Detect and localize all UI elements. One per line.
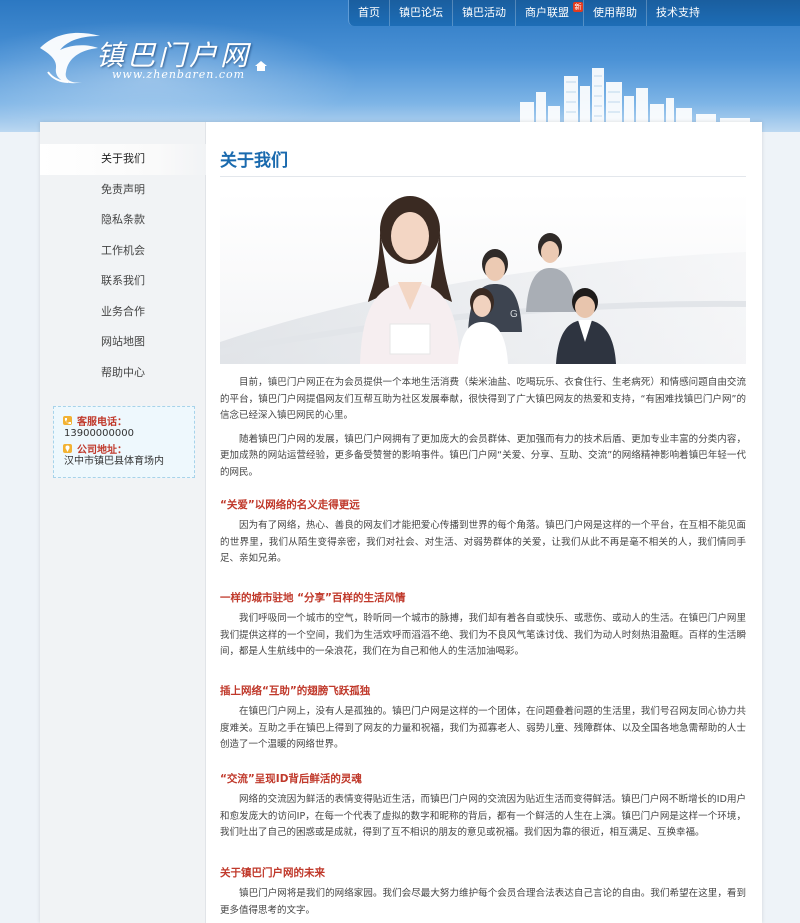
phone-value: 13900000000 bbox=[64, 428, 134, 439]
section-heading: 一样的城市驻地 “分享”百样的生活风情 bbox=[220, 592, 406, 604]
section-heading: 关于镇巴门户网的未来 bbox=[220, 867, 325, 879]
section-heading: 插上网络“互助”的翅膀飞跃孤独 bbox=[220, 685, 371, 697]
nav-label: 镇巴论坛 bbox=[399, 6, 443, 19]
section-paragraph: 网络的交流因为鲜活的表情变得贴近生活，而镇巴门户网的交流因为贴近生活而变得鲜活。… bbox=[220, 794, 746, 838]
svg-text:G: G bbox=[510, 309, 518, 320]
intro-paragraph: 目前，镇巴门户网正在为会员提供一个本地生活消费（柴米油盐、吃喝玩乐、衣食住行、生… bbox=[220, 377, 746, 421]
site-header: 首页 镇巴论坛 镇巴活动 商户联盟新 使用帮助 技术支持 镇巴门户网 www.z… bbox=[0, 0, 800, 132]
main-container: 关于我们 免责声明 隐私条款 工作机会 联系我们 业务合作 网站地图 帮助中心 … bbox=[40, 122, 762, 923]
nav-label: 技术支持 bbox=[656, 6, 700, 19]
content-area: 关于我们 G 目前，镇巴门户网正在为会员提供一个本地生活消费（柴米油盐、吃喝玩乐… bbox=[220, 122, 748, 923]
nav-item-home[interactable]: 首页 bbox=[349, 0, 390, 26]
sidebar-item-contact[interactable]: 联系我们 bbox=[40, 266, 206, 297]
sidebar-menu: 关于我们 免责声明 隐私条款 工作机会 联系我们 业务合作 网站地图 帮助中心 bbox=[40, 144, 206, 388]
sidebar: 关于我们 免责声明 隐私条款 工作机会 联系我们 业务合作 网站地图 帮助中心 … bbox=[40, 122, 206, 923]
section-share: 一样的城市驻地 “分享”百样的生活风情 我们呼吸同一个城市的空气，聆听同一个城市… bbox=[220, 589, 746, 661]
section-paragraph: 因为有了网络，热心、善良的网友们才能把爱心传播到世界的每个角落。镇巴门户网是这样… bbox=[220, 520, 746, 564]
section-exchange: “交流”呈现ID背后鲜活的灵魂 网络的交流因为鲜活的表情变得贴近生活，而镇巴门户… bbox=[220, 770, 746, 842]
intro-block: 目前，镇巴门户网正在为会员提供一个本地生活消费（柴米油盐、吃喝玩乐、衣食住行、生… bbox=[220, 375, 746, 481]
sidebar-item-about[interactable]: 关于我们 bbox=[40, 144, 206, 175]
section-help: 插上网络“互助”的翅膀飞跃孤独 在镇巴门户网上，没有人是孤独的。镇巴门户网是这样… bbox=[220, 682, 746, 754]
contact-box: 客服电话： 13900000000 公司地址： 汉中市镇巴县体育场内 bbox=[53, 406, 195, 478]
logo-url: www.zhenbaren.com bbox=[112, 68, 246, 81]
nav-item-support[interactable]: 技术支持 bbox=[647, 0, 709, 26]
sidebar-item-help[interactable]: 帮助中心 bbox=[40, 358, 206, 389]
section-heading: “交流”呈现ID背后鲜活的灵魂 bbox=[220, 773, 362, 785]
new-badge: 新 bbox=[573, 2, 583, 12]
section-paragraph: 在镇巴门户网上，没有人是孤独的。镇巴门户网是这样的一个团体，在问题叠着问题的生活… bbox=[220, 706, 746, 750]
nav-item-help[interactable]: 使用帮助 bbox=[584, 0, 647, 26]
section-paragraph: 镇巴门户网将是我们的网络家园。我们会尽最大努力维护每个会员合理合法表达自己言论的… bbox=[220, 888, 746, 916]
nav-item-forum[interactable]: 镇巴论坛 bbox=[390, 0, 453, 26]
nav-item-activities[interactable]: 镇巴活动 bbox=[453, 0, 516, 26]
phone-label: 客服电话： bbox=[77, 416, 127, 428]
page-title: 关于我们 bbox=[220, 151, 288, 171]
section-future: 关于镇巴门户网的未来 镇巴门户网将是我们的网络家园。我们会尽最大努力维护每个会员… bbox=[220, 864, 746, 919]
intro-paragraph: 随着镇巴门户网的发展，镇巴门户网拥有了更加庞大的会员群体、更加强而有力的技术后盾… bbox=[220, 433, 746, 478]
phone-row: 客服电话： bbox=[62, 413, 188, 428]
address-value: 汉中市镇巴县体育场内 bbox=[64, 456, 164, 467]
site-logo[interactable]: 镇巴门户网 www.zhenbaren.com bbox=[38, 28, 278, 88]
sidebar-item-sitemap[interactable]: 网站地图 bbox=[40, 327, 206, 358]
address-row: 公司地址： bbox=[62, 441, 188, 456]
sidebar-item-privacy[interactable]: 隐私条款 bbox=[40, 205, 206, 236]
nav-label: 使用帮助 bbox=[593, 6, 637, 19]
nav-label: 商户联盟 bbox=[525, 6, 569, 19]
home-icon bbox=[255, 61, 267, 71]
location-icon bbox=[63, 443, 72, 453]
hero-banner-image: G bbox=[220, 192, 746, 364]
nav-label: 镇巴活动 bbox=[462, 6, 506, 19]
phone-icon bbox=[63, 415, 72, 425]
sidebar-item-jobs[interactable]: 工作机会 bbox=[40, 236, 206, 267]
title-divider bbox=[220, 176, 746, 177]
section-paragraph: 我们呼吸同一个城市的空气，聆听同一个城市的脉搏，我们却有着各自或快乐、或悲伤、或… bbox=[220, 613, 746, 657]
sidebar-item-cooperation[interactable]: 业务合作 bbox=[40, 297, 206, 328]
address-label: 公司地址： bbox=[77, 444, 127, 456]
section-heading: “关爱”以网络的名义走得更远 bbox=[220, 499, 360, 511]
section-care: “关爱”以网络的名义走得更远 因为有了网络，热心、善良的网友们才能把爱心传播到世… bbox=[220, 496, 746, 568]
sidebar-item-disclaimer[interactable]: 免责声明 bbox=[40, 175, 206, 206]
nav-label: 首页 bbox=[358, 6, 380, 19]
top-nav: 首页 镇巴论坛 镇巴活动 商户联盟新 使用帮助 技术支持 bbox=[348, 0, 800, 26]
nav-item-merchants[interactable]: 商户联盟新 bbox=[516, 0, 584, 26]
